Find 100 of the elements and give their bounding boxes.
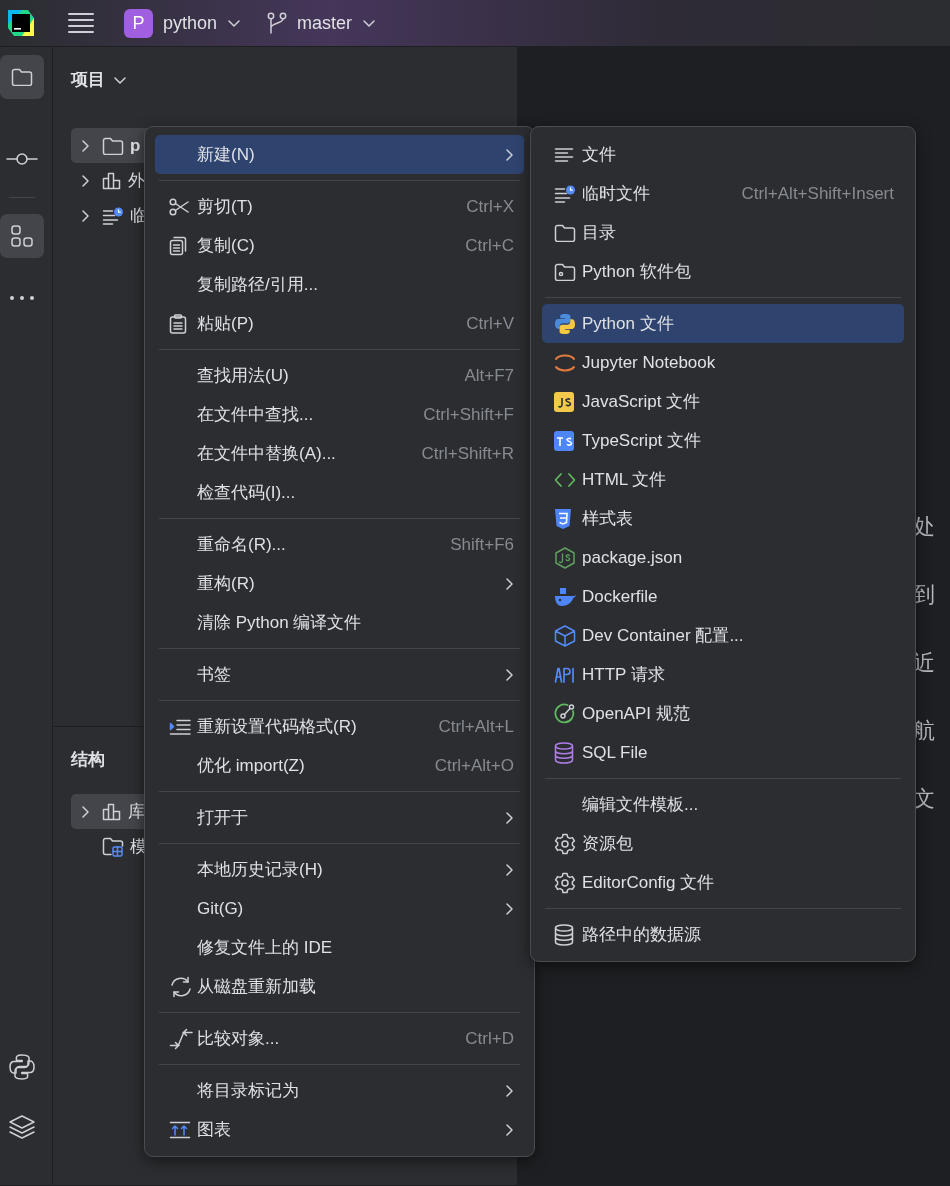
layers-icon — [8, 1113, 36, 1141]
shortcut-label: Ctrl+Alt+O — [433, 754, 514, 777]
menu-item[interactable]: HTTP 请求 — [542, 655, 904, 694]
scratch-file-icon — [554, 184, 576, 203]
menu-item[interactable]: Python 文件 — [542, 304, 904, 343]
menu-item[interactable]: Dockerfile — [542, 577, 904, 616]
tool-window-button[interactable] — [0, 214, 44, 258]
openapi-gauge-icon — [554, 702, 576, 725]
javascript-file-icon — [554, 391, 574, 412]
menu-item[interactable]: 样式表 — [542, 499, 904, 538]
menu-item[interactable]: 在文件中查找... Ctrl+Shift+F — [155, 395, 524, 434]
python-outline-icon — [8, 1053, 36, 1081]
panel-title: 结构 — [71, 749, 105, 772]
shortcut-label: Ctrl+Alt+L — [437, 715, 514, 738]
chevron-right-icon — [81, 139, 90, 152]
menu-item[interactable]: 重构(R) — [155, 564, 524, 603]
shortcut-label: Ctrl+X — [465, 195, 514, 218]
menu-item[interactable]: Jupyter Notebook — [542, 343, 904, 382]
menu-item[interactable]: 重新设置代码格式(R) Ctrl+Alt+L — [155, 707, 524, 746]
menu-item[interactable]: SQL File — [542, 733, 904, 772]
menu-item[interactable]: 将目录标记为 — [155, 1071, 524, 1110]
menu-item[interactable]: Dev Container 配置... — [542, 616, 904, 655]
tool-window-button[interactable] — [0, 55, 44, 99]
package-folder-icon — [554, 262, 576, 281]
menu-item[interactable]: 清除 Python 编译文件 — [155, 603, 524, 642]
shortcut-label: Ctrl+V — [465, 312, 514, 335]
scissors-icon — [169, 197, 189, 216]
menu-item[interactable]: 资源包 — [542, 824, 904, 863]
module-folder-icon — [102, 836, 124, 857]
menu-item[interactable]: 文件 — [542, 135, 904, 174]
commit-icon — [6, 151, 38, 167]
reload-icon — [169, 975, 193, 998]
copy-icon — [169, 235, 189, 256]
folder-icon — [102, 136, 124, 155]
menu-item[interactable]: 目录 — [542, 213, 904, 252]
text-lines-icon — [554, 146, 574, 163]
project-selector[interactable]: P python — [124, 8, 242, 38]
chevron-right-icon — [81, 805, 90, 818]
structure-icon — [10, 224, 34, 248]
typescript-file-icon — [554, 430, 574, 451]
menu-item[interactable]: Python 软件包 — [542, 252, 904, 291]
hexagon-js-icon — [554, 546, 576, 569]
code-brackets-icon — [554, 471, 576, 488]
menu-item[interactable]: 检查代码(I)... — [155, 473, 524, 512]
branch-selector[interactable]: master — [267, 9, 377, 37]
chevron-down-icon — [227, 18, 242, 28]
python-logo-icon — [554, 312, 576, 335]
compare-arrows-icon — [169, 1027, 193, 1050]
branch-name: master — [297, 11, 353, 35]
menu-item[interactable]: TypeScript 文件 — [542, 421, 904, 460]
indent-icon — [169, 718, 191, 735]
database-icon — [554, 741, 574, 764]
menu-item[interactable]: 粘贴(P) Ctrl+V — [155, 304, 524, 343]
menu-item[interactable]: 修复文件上的 IDE — [155, 928, 524, 967]
jupyter-arcs-icon — [554, 352, 576, 373]
menu-item[interactable]: 图表 — [155, 1110, 524, 1149]
menu-item[interactable]: 本地历史记录(H) — [155, 850, 524, 889]
menu-icon[interactable] — [68, 12, 94, 34]
shortcut-label: Ctrl+D — [464, 1027, 514, 1050]
menu-item[interactable]: EditorConfig 文件 — [542, 863, 904, 902]
project-badge: P — [124, 8, 153, 38]
menu-item[interactable]: 比较对象... Ctrl+D — [155, 1019, 524, 1058]
menu-item[interactable]: 打开于 — [155, 798, 524, 837]
menu-item[interactable]: 从磁盘重新加载 — [155, 967, 524, 1006]
chevron-down-icon — [362, 18, 377, 28]
shortcut-label: Ctrl+Shift+R — [420, 442, 514, 465]
menu-item[interactable]: HTML 文件 — [542, 460, 904, 499]
menu-item[interactable]: 书签 — [155, 655, 524, 694]
diagram-icon — [169, 1120, 191, 1139]
menu-item[interactable]: 优化 import(Z) Ctrl+Alt+O — [155, 746, 524, 785]
shortcut-label: Ctrl+Shift+F — [422, 403, 514, 426]
menu-item[interactable]: 重命名(R)... Shift+F6 — [155, 525, 524, 564]
project-name: python — [163, 11, 218, 35]
menu-item[interactable]: 查找用法(U) Alt+F7 — [155, 356, 524, 395]
menu-item[interactable]: 新建(N) — [155, 135, 524, 174]
menu-item[interactable]: 复制(C) Ctrl+C — [155, 226, 524, 265]
folder-icon — [554, 223, 576, 242]
chevron-right-icon — [81, 174, 90, 187]
shortcut-label: Ctrl+C — [464, 234, 514, 257]
menu-item[interactable]: 在文件中替换(A)... Ctrl+Shift+R — [155, 434, 524, 473]
bar-chart-icon — [102, 802, 122, 821]
whale-icon — [554, 586, 576, 607]
more-icon — [9, 295, 35, 301]
shortcut-label: Ctrl+Alt+Shift+Insert — [740, 182, 894, 205]
database-icon — [554, 923, 574, 946]
gear-icon — [554, 871, 576, 894]
cube-icon — [554, 624, 576, 647]
menu-item[interactable]: 临时文件 Ctrl+Alt+Shift+Insert — [542, 174, 904, 213]
chevron-right-icon — [81, 209, 90, 222]
menu-item[interactable]: OpenAPI 规范 — [542, 694, 904, 733]
menu-item[interactable]: Git(G) — [155, 889, 524, 928]
menu-item[interactable]: 路径中的数据源 — [542, 915, 904, 954]
menu-item[interactable]: JavaScript 文件 — [542, 382, 904, 421]
menu-item[interactable]: 编辑文件模板... — [542, 785, 904, 824]
chevron-down-icon — [113, 75, 127, 85]
menu-item[interactable]: 复制路径/引用... — [155, 265, 524, 304]
clipboard-icon — [169, 313, 187, 334]
shortcut-label: Shift+F6 — [449, 533, 514, 556]
menu-item[interactable]: package.json — [542, 538, 904, 577]
shortcut-label: Alt+F7 — [463, 364, 514, 387]
